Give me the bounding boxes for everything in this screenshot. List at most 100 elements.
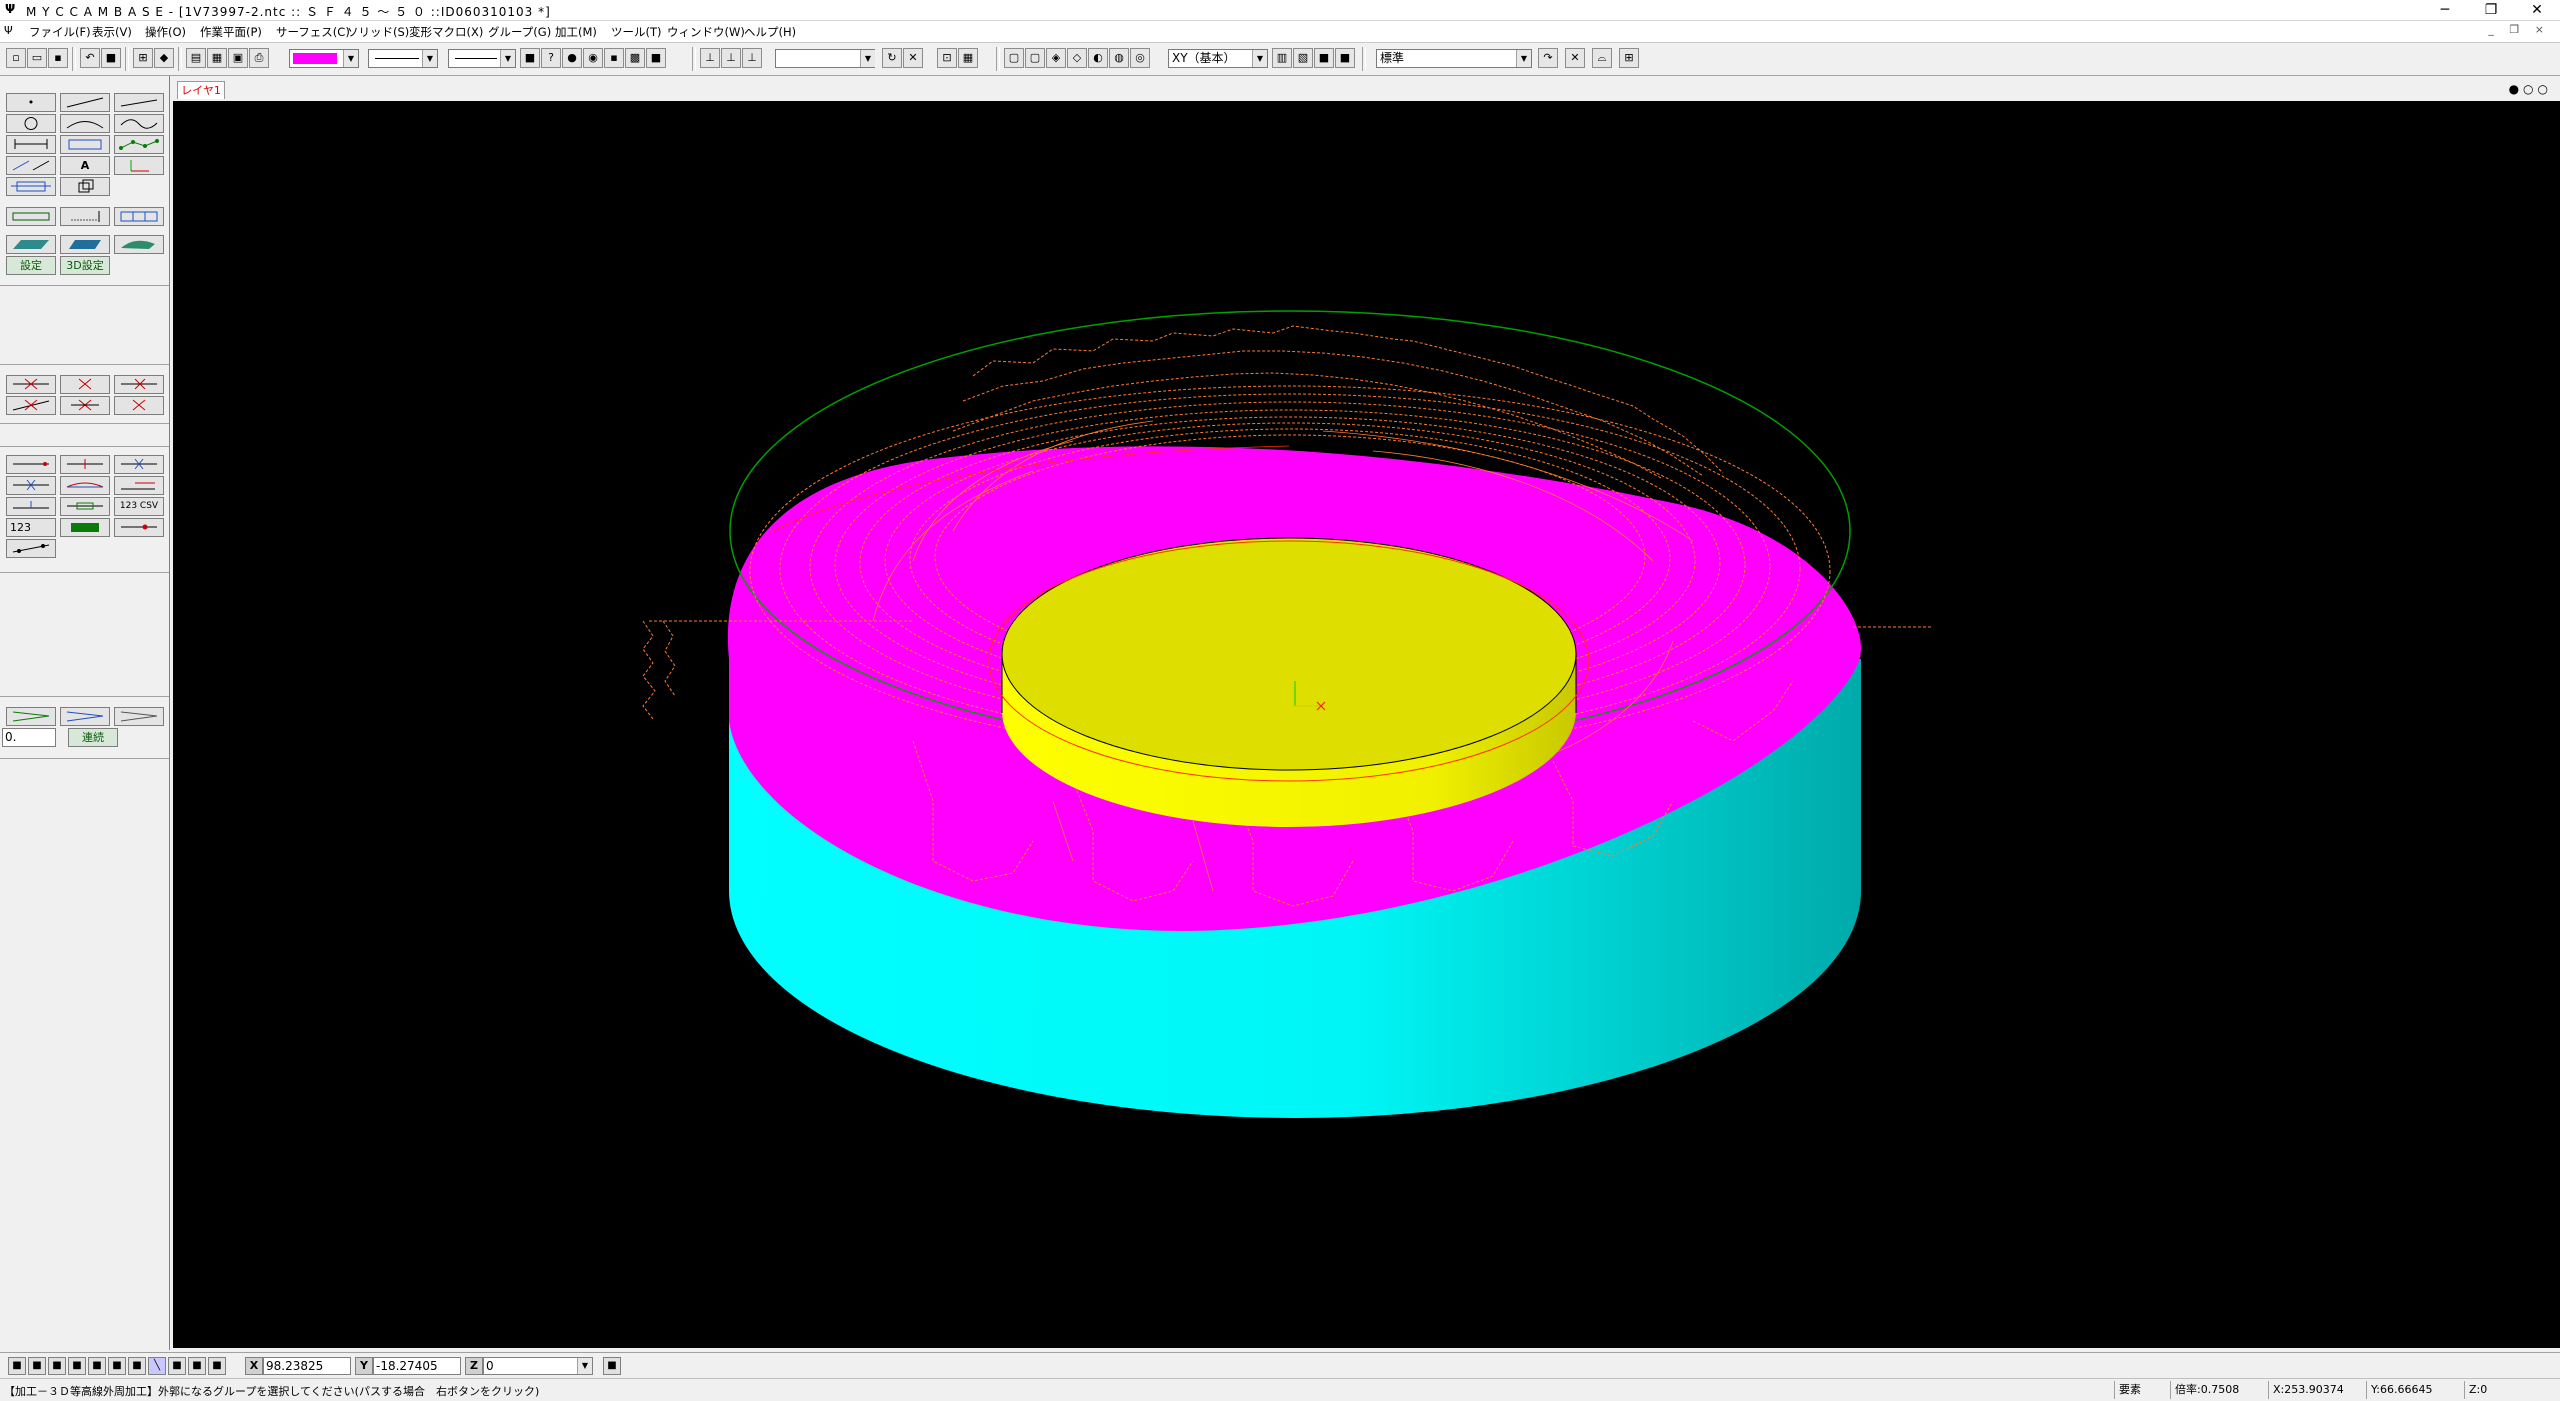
- settings-3d-button[interactable]: 3D設定: [60, 256, 110, 275]
- snap-icon-7[interactable]: ■: [128, 1357, 146, 1375]
- menu-transform-macro[interactable]: 変形マクロ(X): [409, 24, 483, 40]
- grid-fill-tool[interactable]: [60, 518, 110, 537]
- arrow-tool[interactable]: [114, 518, 164, 537]
- menu-machining[interactable]: 加工(M): [555, 24, 597, 40]
- delete-x-icon[interactable]: ✕: [903, 48, 923, 68]
- delete-range-tool[interactable]: [60, 396, 110, 415]
- beam-tool[interactable]: [6, 207, 56, 226]
- line2-tool[interactable]: [114, 93, 164, 112]
- print-icon[interactable]: ⎙: [249, 48, 269, 68]
- csv-number-tool[interactable]: 123 CSV: [114, 497, 164, 516]
- plane-icon-3[interactable]: ■: [1314, 48, 1334, 68]
- cad-viewport[interactable]: [173, 101, 2560, 1348]
- y-coordinate-field[interactable]: -18.27405: [373, 1357, 461, 1375]
- number-tool[interactable]: 123: [6, 518, 56, 537]
- rect-dim-tool[interactable]: [60, 135, 110, 154]
- minimize-button[interactable]: ─: [2422, 0, 2468, 20]
- pattern-tool[interactable]: [114, 207, 164, 226]
- grid-icon[interactable]: ⊞: [133, 48, 153, 68]
- link-tool-icon[interactable]: ⌓: [1592, 48, 1612, 68]
- grid-snap-icon[interactable]: ▦: [958, 48, 978, 68]
- arc-tool[interactable]: [60, 114, 110, 133]
- view-front-icon[interactable]: ▢: [1004, 48, 1024, 68]
- layers-icon[interactable]: ▣: [228, 48, 248, 68]
- window-icon[interactable]: ▤: [186, 48, 206, 68]
- spline-tool[interactable]: [114, 114, 164, 133]
- menu-workplane[interactable]: 作業平面(P): [200, 24, 262, 40]
- hide-icon[interactable]: ■: [520, 48, 540, 68]
- dimension-tool[interactable]: [6, 135, 56, 154]
- view-top-icon[interactable]: ◇: [1067, 48, 1087, 68]
- snap-icon-2[interactable]: ■: [28, 1357, 46, 1375]
- copy-tool[interactable]: [60, 177, 110, 196]
- view-iso-icon[interactable]: ◈: [1046, 48, 1066, 68]
- surface-tool[interactable]: [6, 235, 56, 254]
- measure-icon[interactable]: ⊥: [700, 48, 720, 68]
- menu-help[interactable]: ヘルプ(H): [744, 24, 796, 40]
- help-question-icon[interactable]: ?: [541, 48, 561, 68]
- view-persp-icon[interactable]: ◍: [1109, 48, 1129, 68]
- menu-surface[interactable]: サーフェス(C): [276, 24, 350, 40]
- style-combo[interactable]: 標準 ▼: [1376, 49, 1532, 68]
- cross-split-tool[interactable]: [114, 455, 164, 474]
- direction-2-tool[interactable]: [60, 707, 110, 726]
- select-icon[interactable]: ⊡: [937, 48, 957, 68]
- shade-blue-icon[interactable]: ●: [562, 48, 582, 68]
- measure3-icon[interactable]: ⊥: [742, 48, 762, 68]
- plane-icon-2[interactable]: ▧: [1293, 48, 1313, 68]
- view-rotate-icon[interactable]: ◐: [1088, 48, 1108, 68]
- z-coordinate-field[interactable]: 0 ▼: [483, 1357, 593, 1375]
- snap-icon-5[interactable]: ■: [88, 1357, 106, 1375]
- tile-icon[interactable]: ▦: [207, 48, 227, 68]
- point-chain-tool[interactable]: [114, 135, 164, 154]
- axis-tool[interactable]: [114, 156, 164, 175]
- bracket-tool-icon[interactable]: ⊞: [1619, 48, 1639, 68]
- sphere-icon[interactable]: ◉: [583, 48, 603, 68]
- line-width-combo[interactable]: ▼: [448, 49, 516, 68]
- point-tool[interactable]: •: [6, 93, 56, 112]
- snap-icon-1[interactable]: ■: [8, 1357, 26, 1375]
- connect-tool[interactable]: [6, 539, 56, 558]
- text-tool[interactable]: A: [60, 156, 110, 175]
- delete-all-tool[interactable]: [114, 396, 164, 415]
- snap-icon-4[interactable]: ■: [68, 1357, 86, 1375]
- pattern-icon[interactable]: ▩: [625, 48, 645, 68]
- plane-combo[interactable]: XY（基本） ▼: [1168, 49, 1268, 68]
- solid-tool[interactable]: [60, 235, 110, 254]
- undo-icon[interactable]: ↶: [80, 48, 100, 68]
- direction-3-tool[interactable]: [114, 707, 164, 726]
- delete-line-tool[interactable]: [6, 375, 56, 394]
- intersect-tool[interactable]: [6, 476, 56, 495]
- rotate-icon[interactable]: ↻: [882, 48, 902, 68]
- trim-tool[interactable]: [6, 455, 56, 474]
- split-tool[interactable]: [60, 455, 110, 474]
- snap-active-icon[interactable]: ╲: [148, 1357, 166, 1375]
- snap-icon-8[interactable]: ■: [168, 1357, 186, 1375]
- menu-tools[interactable]: ツール(T): [611, 24, 662, 40]
- cross-delete-icon[interactable]: ✕: [1565, 48, 1585, 68]
- offset-line-tool[interactable]: [6, 156, 56, 175]
- settings-button[interactable]: 設定: [6, 256, 56, 275]
- continuous-button[interactable]: 連続: [68, 728, 118, 747]
- menu-window[interactable]: ウィンドウ(W): [667, 24, 745, 40]
- fillet-tool[interactable]: [6, 497, 56, 516]
- menu-group[interactable]: グループ(G): [488, 24, 551, 40]
- measure2-icon[interactable]: ⊥: [721, 48, 741, 68]
- blank-icon[interactable]: ■: [101, 48, 121, 68]
- new-file-icon[interactable]: ▫: [6, 48, 26, 68]
- extend-tool[interactable]: [114, 476, 164, 495]
- snap-icon-10[interactable]: ■: [208, 1357, 226, 1375]
- color-combo[interactable]: ▼: [289, 49, 359, 68]
- menu-operate[interactable]: 操作(O): [145, 24, 186, 40]
- doc-icon[interactable]: Ψ: [4, 24, 13, 37]
- close-button[interactable]: ✕: [2514, 0, 2560, 20]
- menu-solid[interactable]: ソリッド(S): [347, 24, 409, 40]
- restore-button[interactable]: ❐: [2468, 0, 2514, 20]
- open-file-icon[interactable]: ▭: [27, 48, 47, 68]
- surface2-tool[interactable]: [114, 235, 164, 254]
- line-tool[interactable]: [60, 93, 110, 112]
- snap-icon-6[interactable]: ■: [108, 1357, 126, 1375]
- render-icon[interactable]: ◆: [154, 48, 174, 68]
- delete-seg-tool[interactable]: [114, 375, 164, 394]
- delete-point-tool[interactable]: [6, 396, 56, 415]
